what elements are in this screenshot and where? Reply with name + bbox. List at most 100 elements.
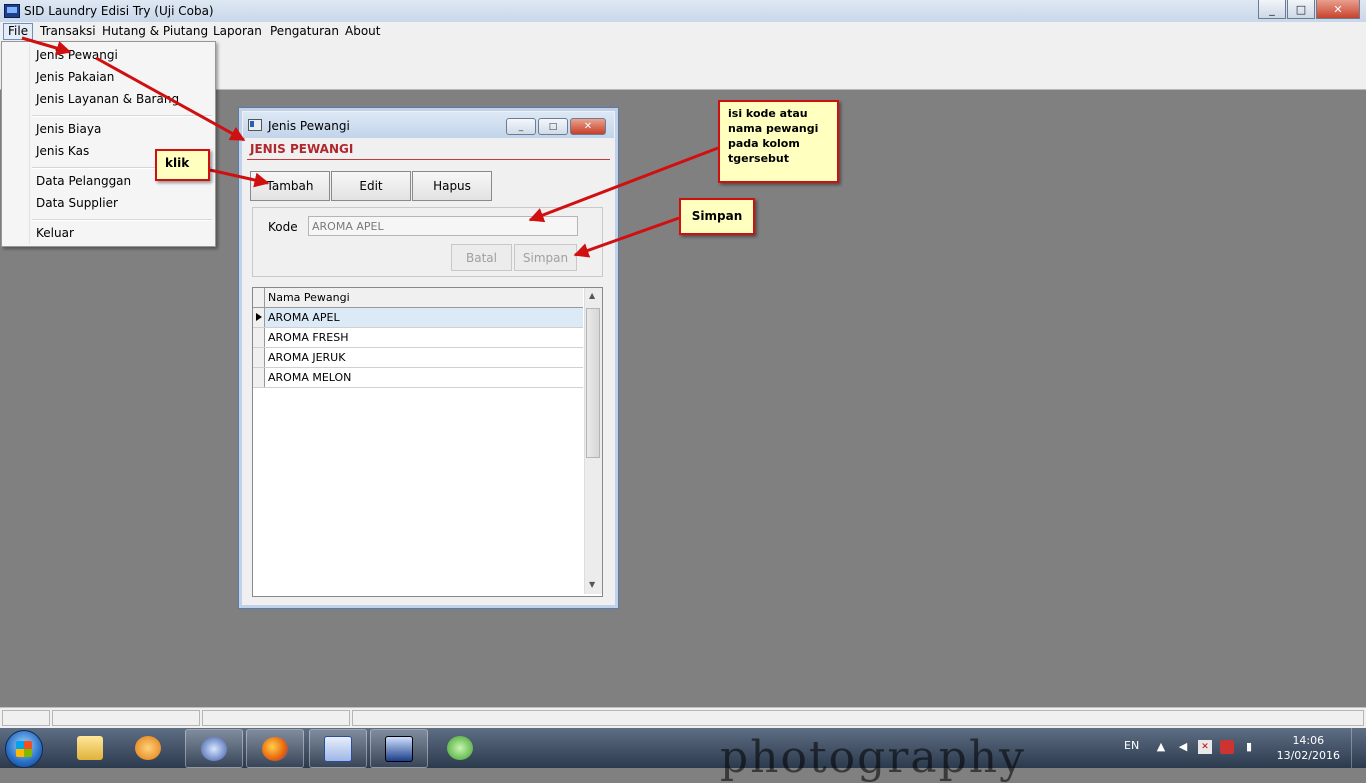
status-panel bbox=[2, 710, 50, 726]
kode-input[interactable]: AROMA APEL bbox=[308, 216, 578, 236]
taskbar-app[interactable] bbox=[432, 729, 488, 766]
row-selector[interactable] bbox=[253, 348, 265, 367]
edit-button[interactable]: Edit bbox=[331, 171, 411, 201]
close-button[interactable]: ✕ bbox=[1316, 0, 1360, 19]
menu-transaksi[interactable]: Transaksi bbox=[36, 24, 100, 39]
menu-pengaturan[interactable]: Pengaturan bbox=[266, 24, 343, 39]
annotation-simpan-text: Simpan bbox=[691, 209, 743, 223]
child-window-title: Jenis Pewangi bbox=[268, 119, 350, 133]
media-player-icon bbox=[135, 735, 161, 760]
heading-divider bbox=[247, 159, 610, 160]
menu-item-jenis-pewangi[interactable]: Jenis Pewangi bbox=[36, 48, 118, 62]
clock-date: 13/02/2016 bbox=[1276, 749, 1340, 762]
taskbar-sid-laundry[interactable] bbox=[370, 729, 428, 768]
app-title-bar: SID Laundry Edisi Try (Uji Coba) _ □ ✕ bbox=[0, 0, 1366, 23]
taskbar-dvd-maker[interactable] bbox=[185, 729, 243, 768]
status-panel bbox=[202, 710, 350, 726]
status-panel bbox=[52, 710, 200, 726]
table-row[interactable]: AROMA FRESH bbox=[253, 328, 583, 348]
clock[interactable]: 14:06 13/02/2016 bbox=[1277, 733, 1340, 763]
table-row[interactable]: AROMA JERUK bbox=[253, 348, 583, 368]
tambah-button[interactable]: Tambah bbox=[250, 171, 330, 201]
jenis-pewangi-window: Jenis Pewangi _ □ ✕ JENIS PEWANGI Tambah… bbox=[238, 107, 619, 609]
grid-header: Nama Pewangi bbox=[253, 288, 583, 308]
scroll-up-icon[interactable]: ▲ bbox=[589, 291, 595, 300]
antivirus-icon[interactable] bbox=[1220, 740, 1234, 754]
language-indicator[interactable]: EN bbox=[1124, 739, 1139, 752]
start-button[interactable] bbox=[5, 730, 43, 768]
wallpaper-text: photography bbox=[720, 732, 1026, 783]
menu-hutang-piutang[interactable]: Hutang & Piutang bbox=[98, 24, 212, 39]
table-cell[interactable]: AROMA JERUK bbox=[268, 351, 345, 364]
row-selector-header bbox=[253, 288, 265, 307]
network-error-icon[interactable]: ✕ bbox=[1198, 740, 1212, 754]
child-maximize-button[interactable]: □ bbox=[538, 118, 568, 135]
windows-logo-icon bbox=[16, 741, 32, 757]
show-desktop-button[interactable] bbox=[1351, 728, 1366, 768]
kode-label: Kode bbox=[268, 220, 298, 234]
word-icon bbox=[324, 735, 352, 762]
form-heading: JENIS PEWANGI bbox=[250, 142, 354, 156]
annotation-line: pada kolom bbox=[728, 137, 800, 150]
annotation-line: tgersebut bbox=[728, 152, 789, 165]
file-menu-dropdown: Jenis Pewangi Jenis Pakaian Jenis Layana… bbox=[1, 41, 216, 247]
row-selector[interactable] bbox=[253, 308, 265, 327]
status-bar bbox=[0, 707, 1366, 729]
taskbar: photography EN ▲ ◀ ✕ ▮ 14:06 13/02/2016 bbox=[0, 728, 1366, 783]
simpan-button[interactable]: Simpan bbox=[514, 244, 577, 271]
child-window-body: JENIS PEWANGI Tambah Edit Hapus Kode ARO… bbox=[247, 138, 610, 600]
child-window-controls: _ □ ✕ bbox=[504, 118, 606, 135]
app-title: SID Laundry Edisi Try (Uji Coba) bbox=[24, 4, 214, 18]
menu-item-data-supplier[interactable]: Data Supplier bbox=[36, 196, 118, 210]
scroll-down-icon[interactable]: ▼ bbox=[589, 580, 595, 589]
minimize-button[interactable]: _ bbox=[1258, 0, 1286, 19]
column-header-nama-pewangi[interactable]: Nama Pewangi bbox=[268, 291, 350, 304]
taskbar-media-player[interactable] bbox=[120, 729, 176, 766]
table-row[interactable]: AROMA APEL bbox=[253, 308, 583, 328]
menu-item-jenis-kas[interactable]: Jenis Kas bbox=[36, 144, 89, 158]
row-selector[interactable] bbox=[253, 368, 265, 387]
menu-item-jenis-layanan-barang[interactable]: Jenis Layanan & Barang bbox=[36, 92, 179, 106]
pewangi-grid[interactable]: Nama Pewangi AROMA APEL AROMA FRESH AROM… bbox=[252, 287, 603, 597]
taskbar-word[interactable] bbox=[309, 729, 367, 768]
menu-separator bbox=[32, 115, 212, 117]
annotation-isi-kode: isi kode atau nama pewangi pada kolom tg… bbox=[718, 100, 839, 183]
green-app-icon bbox=[447, 735, 473, 760]
taskbar-explorer[interactable] bbox=[62, 729, 118, 766]
hapus-button[interactable]: Hapus bbox=[412, 171, 492, 201]
annotation-line: nama pewangi bbox=[728, 122, 819, 135]
scroll-thumb[interactable] bbox=[586, 308, 600, 458]
annotation-simpan: Simpan bbox=[679, 198, 755, 235]
annotation-klik: klik bbox=[155, 149, 210, 181]
menu-item-jenis-biaya[interactable]: Jenis Biaya bbox=[36, 122, 101, 136]
table-cell[interactable]: AROMA MELON bbox=[268, 371, 351, 384]
show-hidden-icons-icon[interactable]: ▲ bbox=[1154, 740, 1168, 754]
batal-button[interactable]: Batal bbox=[451, 244, 512, 271]
signal-icon[interactable]: ▮ bbox=[1242, 740, 1256, 754]
child-minimize-button[interactable]: _ bbox=[506, 118, 536, 135]
menu-about[interactable]: About bbox=[341, 24, 384, 39]
menu-gutter bbox=[29, 44, 30, 244]
annotation-klik-text: klik bbox=[165, 156, 190, 170]
window-controls: _ □ ✕ bbox=[1257, 0, 1360, 19]
input-group: Kode AROMA APEL Batal Simpan bbox=[252, 207, 603, 277]
status-panel bbox=[352, 710, 1364, 726]
row-selector[interactable] bbox=[253, 328, 265, 347]
grid-scrollbar[interactable]: ▲ ▼ bbox=[584, 288, 602, 594]
taskbar-firefox[interactable] bbox=[246, 729, 304, 768]
menu-separator bbox=[32, 219, 212, 221]
menu-file[interactable]: File bbox=[3, 23, 34, 40]
child-close-button[interactable]: ✕ bbox=[570, 118, 606, 135]
maximize-button[interactable]: □ bbox=[1287, 0, 1315, 19]
menu-item-data-pelanggan[interactable]: Data Pelanggan bbox=[36, 174, 131, 188]
menu-item-jenis-pakaian[interactable]: Jenis Pakaian bbox=[36, 70, 114, 84]
menu-laporan[interactable]: Laporan bbox=[209, 24, 266, 39]
table-row[interactable]: AROMA MELON bbox=[253, 368, 583, 388]
volume-icon[interactable]: ◀ bbox=[1176, 740, 1190, 754]
computer-icon bbox=[385, 735, 413, 762]
firefox-icon bbox=[262, 736, 288, 761]
table-cell[interactable]: AROMA APEL bbox=[268, 311, 340, 324]
table-cell[interactable]: AROMA FRESH bbox=[268, 331, 349, 344]
menu-item-keluar[interactable]: Keluar bbox=[36, 226, 74, 240]
clock-time: 14:06 bbox=[1292, 734, 1325, 747]
